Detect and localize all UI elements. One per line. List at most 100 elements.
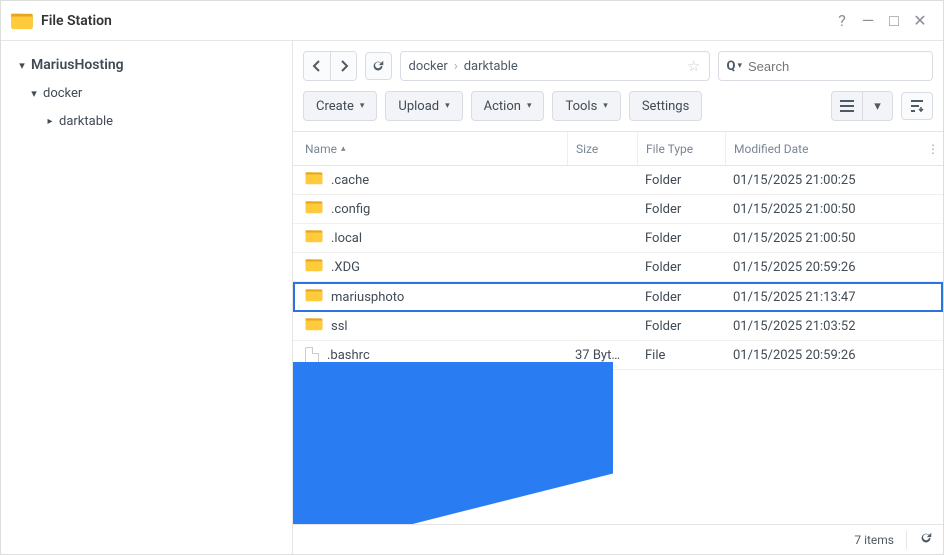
cell-name: .local [305, 229, 567, 247]
app-window: File Station ? — □ ✕ ▾ MariusHosting ▾ d… [0, 0, 944, 555]
cell-type: Folder [637, 173, 725, 188]
cell-modified: 01/15/2025 21:13:47 [725, 290, 941, 305]
settings-button[interactable]: Settings [629, 91, 702, 121]
breadcrumb-part[interactable]: docker [409, 59, 448, 74]
annotation-overlay: 1 [293, 362, 613, 524]
column-header-modified[interactable]: Modified Date [725, 132, 923, 165]
search-box[interactable]: Q ▾ [718, 51, 934, 81]
cell-type: Folder [637, 290, 725, 305]
chevron-down-icon: ▾ [360, 101, 365, 111]
file-icon [305, 347, 319, 364]
app-icon [11, 12, 33, 30]
cell-type: File [637, 348, 725, 363]
column-header-size[interactable]: Size [567, 132, 637, 165]
sort-asc-icon: ▴ [341, 144, 346, 154]
minimize-button[interactable]: — [855, 11, 881, 30]
cell-name: .cache [305, 171, 567, 189]
cell-modified: 01/15/2025 21:03:52 [725, 319, 943, 334]
sort-button[interactable] [901, 92, 933, 120]
file-name: .bashrc [327, 348, 370, 363]
item-count: 7 items [854, 533, 894, 547]
window-title: File Station [41, 13, 112, 29]
cell-name: mariusphoto [305, 288, 567, 306]
table-header: Name▴ Size File Type Modified Date ⋮ [293, 132, 943, 166]
titlebar: File Station ? — □ ✕ [1, 1, 943, 41]
statusbar-refresh-button[interactable] [919, 531, 933, 549]
cell-modified: 01/15/2025 20:59:26 [725, 348, 943, 363]
list-view-button[interactable] [832, 92, 862, 120]
search-input[interactable] [748, 59, 924, 74]
cell-name: ssl [305, 317, 567, 335]
chevron-down-icon: ▾ [445, 101, 450, 111]
folder-icon [305, 317, 323, 335]
favorite-star-icon[interactable]: ☆ [687, 57, 700, 75]
breadcrumb-part[interactable]: darktable [464, 59, 518, 74]
cell-modified: 01/15/2025 21:00:25 [725, 173, 943, 188]
file-name: mariusphoto [331, 290, 404, 305]
cell-name: .config [305, 200, 567, 218]
cell-type: Folder [637, 231, 725, 246]
sidebar: ▾ MariusHosting ▾ docker ▸ darktable [1, 41, 293, 554]
cell-type: Folder [637, 260, 725, 275]
tools-button[interactable]: Tools▾ [552, 91, 620, 121]
close-button[interactable]: ✕ [907, 11, 933, 30]
create-button[interactable]: Create▾ [303, 91, 377, 121]
table-row[interactable]: .bashrc 37 Byt…File01/15/2025 20:59:26 [293, 341, 943, 370]
nav-toolbar: docker › darktable ☆ Q ▾ [293, 41, 943, 87]
status-bar: 7 items [293, 524, 943, 554]
cell-type: Folder [637, 319, 725, 334]
action-button[interactable]: Action▾ [471, 91, 545, 121]
folder-icon [305, 258, 323, 276]
tree-item-darktable[interactable]: ▸ darktable [9, 107, 284, 135]
cell-size: 37 Byt… [567, 348, 637, 363]
breadcrumb-separator: › [454, 59, 458, 74]
file-name: .XDG [331, 260, 360, 275]
upload-button[interactable]: Upload▾ [385, 91, 462, 121]
tree-item-label: docker [43, 86, 82, 101]
cell-name: .bashrc [305, 347, 567, 364]
table-body: .cacheFolder01/15/2025 21:00:25.configFo… [293, 166, 943, 370]
chevron-down-icon: ▾ [527, 101, 532, 111]
table-row[interactable]: mariusphoto Folder01/15/2025 21:13:47 [293, 282, 943, 312]
chevron-down-icon: ▾ [27, 87, 41, 100]
column-header-type[interactable]: File Type [637, 132, 725, 165]
file-name: .config [331, 202, 370, 217]
folder-icon [305, 288, 323, 306]
cell-name: .XDG [305, 258, 567, 276]
chevron-down-icon: ▾ [15, 59, 29, 72]
cell-modified: 01/15/2025 20:59:26 [725, 260, 943, 275]
column-header-name[interactable]: Name▴ [305, 142, 567, 156]
body: ▾ MariusHosting ▾ docker ▸ darktable [1, 41, 943, 554]
view-mode-buttons: ▾ [831, 91, 893, 121]
tree-root-label: MariusHosting [31, 57, 124, 73]
search-icon: Q [727, 59, 736, 74]
table-row[interactable]: .configFolder01/15/2025 21:00:50 [293, 195, 943, 224]
chevron-down-icon[interactable]: ▾ [737, 61, 742, 71]
nav-forward-button[interactable] [330, 52, 356, 80]
table-row[interactable]: .cache Folder01/15/2025 21:00:25 [293, 166, 943, 195]
file-name: .cache [331, 173, 369, 188]
help-button[interactable]: ? [829, 11, 855, 30]
table-row[interactable]: .local Folder01/15/2025 21:00:50 [293, 224, 943, 253]
tree-item-label: darktable [59, 114, 113, 129]
folder-icon [305, 200, 323, 218]
refresh-button[interactable] [365, 52, 391, 80]
nav-buttons [303, 51, 357, 81]
chevron-down-icon: ▾ [603, 101, 608, 111]
folder-icon [305, 171, 323, 189]
cell-modified: 01/15/2025 21:00:50 [725, 202, 943, 217]
view-dropdown-button[interactable]: ▾ [862, 92, 892, 120]
nav-back-button[interactable] [304, 52, 330, 80]
action-toolbar: Create▾ Upload▾ Action▾ Tools▾ Settings … [293, 87, 943, 132]
maximize-button[interactable]: □ [881, 11, 907, 31]
table-row[interactable]: .XDG Folder01/15/2025 20:59:26 [293, 253, 943, 282]
tree-root[interactable]: ▾ MariusHosting [9, 51, 284, 79]
breadcrumb: docker › darktable ☆ [400, 51, 710, 81]
tree-item-docker[interactable]: ▾ docker [9, 79, 284, 107]
file-name: .local [331, 231, 362, 246]
folder-icon [305, 229, 323, 247]
table-row[interactable]: ssl Folder01/15/2025 21:03:52 [293, 312, 943, 341]
column-menu-button[interactable]: ⋮ [923, 142, 943, 156]
file-table: Name▴ Size File Type Modified Date ⋮ .ca… [293, 132, 943, 524]
cell-modified: 01/15/2025 21:00:50 [725, 231, 943, 246]
